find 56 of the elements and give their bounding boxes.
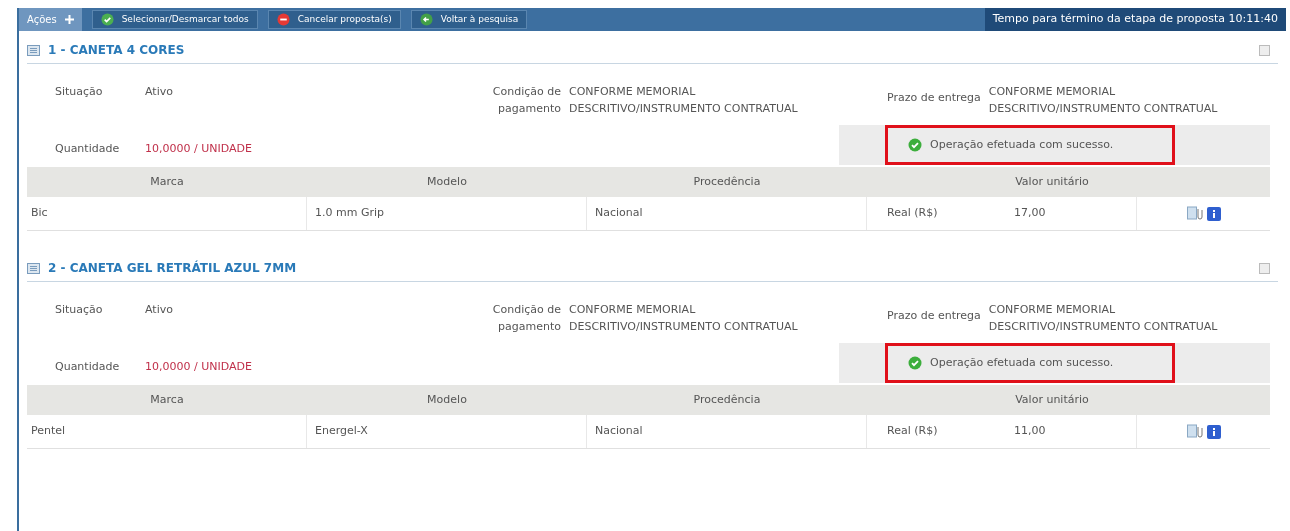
document-icon[interactable] [1187, 206, 1203, 221]
field-value: Ativo [145, 84, 173, 100]
arrow-icon [419, 13, 433, 26]
field-label: Situação [55, 302, 104, 318]
document-icon[interactable] [1187, 424, 1203, 439]
field-label: Prazo de entrega [887, 308, 981, 324]
minus-icon [276, 13, 290, 26]
field-label: Condição de pagamento [491, 302, 561, 335]
table-cell: Pentel [27, 415, 307, 448]
field-value: CONFORME MEMORIAL DESCRITIVO/INSTRUMENTO CONTRATUAL [988, 84, 1219, 117]
field-value: CONFORME MEMORIAL DESCRITIVO/INSTRUMENTO CONTRATUAL [569, 302, 799, 335]
field-value: Ativo [145, 302, 173, 318]
field-label: Situação [55, 84, 104, 100]
toolbar-button[interactable]: Cancelar proposta(s) [267, 10, 401, 29]
table-cell: 1.0 mm Grip [307, 197, 587, 230]
column-header: Valor unitário [1014, 391, 1090, 408]
column-header: Modelo [426, 391, 468, 408]
success-message: Operação efetuada com sucesso. [885, 343, 1175, 383]
item-checkbox[interactable] [1259, 262, 1270, 274]
column-header: Procedência [692, 173, 762, 190]
table-cell: 17,00 [992, 197, 1137, 230]
table-cell: 11,00 [992, 415, 1137, 448]
table-cell: Bic [27, 197, 307, 230]
check-icon [100, 13, 114, 26]
field-value: CONFORME MEMORIAL DESCRITIVO/INSTRUMENTO CONTRATUAL [569, 84, 799, 117]
column-header: Marca [149, 391, 185, 408]
list-icon [27, 44, 40, 56]
table-cell: Nacional [587, 415, 867, 448]
column-header: Valor unitário [1014, 173, 1090, 190]
column-header: Modelo [426, 173, 468, 190]
countdown-timer: Tempo para término da etapa de proposta 10:11:40 [984, 8, 1286, 31]
success-message: Operação efetuada com sucesso. [885, 125, 1175, 165]
item-checkbox[interactable] [1259, 44, 1270, 56]
info-icon[interactable] [1207, 206, 1221, 221]
table-cell: Nacional [587, 197, 867, 230]
column-header: Procedência [692, 391, 762, 408]
table-cell: Energel-X [307, 415, 587, 448]
item-title: 1 - CANETA 4 CORES [48, 42, 185, 59]
check-icon [908, 138, 922, 152]
field-label: Quantidade [55, 359, 121, 375]
table-cell-text: Real (R$) [886, 423, 939, 440]
field-label: Quantidade [55, 141, 121, 157]
field-label: Condição de pagamento [491, 84, 561, 117]
check-icon [908, 356, 922, 370]
column-header: Marca [149, 173, 185, 190]
field-value: CONFORME MEMORIAL DESCRITIVO/INSTRUMENTO CONTRATUAL [988, 302, 1219, 335]
table-cell-text: Real (R$) [886, 205, 939, 222]
item-title: 2 - CANETA GEL RETRÁTIL AZUL 7MM [48, 259, 297, 277]
toolbar-button[interactable]: Voltar à pesquisa [410, 10, 528, 29]
field-value: 10,0000 / UNIDADE [145, 141, 252, 157]
field-label: Prazo de entrega [887, 90, 981, 106]
field-value: 10,0000 / UNIDADE [145, 359, 252, 375]
toolbar-button[interactable]: Selecionar/Desmarcar todos [91, 10, 258, 29]
list-icon [27, 262, 40, 274]
info-icon[interactable] [1207, 424, 1221, 439]
plus-icon [64, 15, 74, 24]
